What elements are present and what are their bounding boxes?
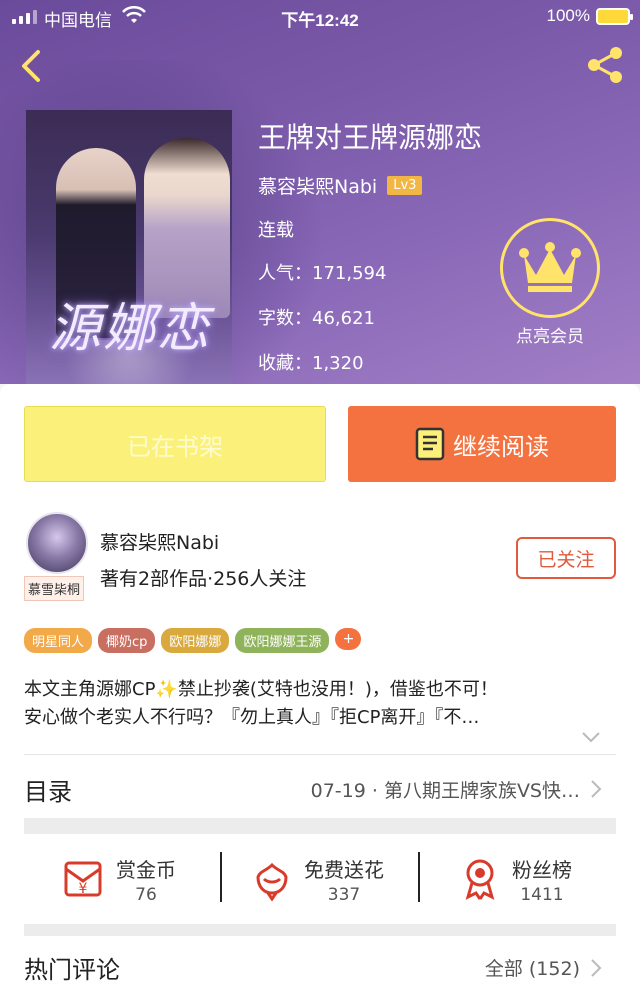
back-button[interactable]	[14, 46, 50, 86]
crown-circle	[500, 218, 600, 318]
all-comments-link[interactable]: 全部 (152)	[485, 954, 580, 981]
toc-label[interactable]: 目录	[24, 772, 72, 807]
follow-button[interactable]: 已关注	[516, 537, 616, 579]
author-name[interactable]: 慕容枈熙Nabi	[258, 172, 377, 199]
stat-value: 76	[135, 884, 157, 905]
tag-item[interactable]: 欧阳娜娜	[161, 628, 230, 653]
tag-list: 明星同人 椰奶cp 欧阳娜娜 欧阳娜娜王源 +	[24, 628, 362, 653]
stat-label: 免费送花	[304, 857, 384, 882]
expand-chevron-icon[interactable]	[580, 730, 602, 744]
vip-label: 点亮会员	[516, 327, 584, 347]
in-shelf-label: 已在书架	[127, 432, 223, 461]
tag-item[interactable]: 椰奶cp	[98, 628, 156, 653]
book-detail-card: 已在书架 继续阅读 慕雪枈桐 慕容枈熙Nabi 著有2部作品·256人关注 已关…	[0, 384, 640, 998]
stat-value: 1411	[520, 884, 564, 905]
word-count: 字数：46,621	[258, 308, 375, 329]
battery-percent: 100%	[546, 6, 590, 25]
stats-bar: ¥ 赏金币 76 免费送花 337 粉丝榜 1411	[24, 844, 616, 914]
tag-item[interactable]: 欧阳娜娜王源	[235, 628, 330, 653]
divider	[24, 754, 616, 755]
avatar	[26, 512, 88, 574]
send-flower-button[interactable]: 免费送花 337	[250, 844, 384, 914]
reward-coin-button[interactable]: ¥ 赏金币 76	[62, 844, 176, 914]
book-icon	[415, 427, 445, 461]
fan-ranking-button[interactable]: 粉丝榜 1411	[458, 844, 572, 914]
status-bar: 中国电信 下午12:42 100%	[0, 0, 640, 34]
book-status: 连载	[258, 220, 294, 241]
tag-item[interactable]: 明星同人	[24, 628, 93, 653]
section-gap	[24, 818, 616, 834]
stat-separator	[220, 852, 222, 902]
stat-separator	[418, 852, 420, 902]
book-header: 中国电信 下午12:42 100% 源娜恋 王牌对王牌源娜恋 慕容枈熙Nabi …	[0, 0, 640, 384]
chevron-right-icon[interactable]	[590, 958, 602, 978]
book-title: 王牌对王牌源娜恋	[258, 121, 483, 154]
svg-text:¥: ¥	[79, 881, 88, 897]
medal-icon	[465, 859, 495, 900]
stat-label: 赏金币	[116, 857, 176, 882]
book-intro[interactable]: 本文主角源娜CP✨禁止抄袭(艾特也没用！)，借鉴也不可！ 安心做个老实人不行吗？…	[24, 676, 618, 732]
level-badge: Lv3	[387, 176, 423, 195]
hot-comments-title: 热门评论	[24, 956, 120, 984]
section-gap	[24, 924, 616, 936]
continue-reading-label: 继续阅读	[453, 432, 549, 461]
coin-envelope-icon: ¥	[64, 861, 102, 897]
clock: 下午12:42	[281, 11, 359, 30]
book-cover[interactable]: 源娜恋	[26, 110, 232, 384]
stat-label: 粉丝榜	[512, 857, 572, 882]
intro-line-2: 安心做个老实人不行吗？『勿上真人』『拒CP离开』『不…	[24, 707, 480, 728]
flower-icon	[256, 862, 288, 901]
author-avatar[interactable]: 慕雪枈桐	[24, 512, 94, 602]
intro-line-1: 本文主角源娜CP✨禁止抄袭(艾特也没用！)，借鉴也不可！	[24, 679, 498, 700]
crown-icon	[519, 242, 581, 292]
continue-reading-button[interactable]: 继续阅读	[348, 406, 616, 482]
battery-icon	[596, 8, 633, 25]
author-profile-name[interactable]: 慕容枈熙Nabi	[100, 528, 219, 555]
share-icon[interactable]	[584, 44, 626, 86]
follow-label: 已关注	[537, 548, 595, 571]
vip-button[interactable]: 点亮会员	[500, 218, 600, 347]
favorites-count: 收藏：1,320	[258, 353, 364, 374]
author-meta: 著有2部作品·256人关注	[100, 568, 307, 590]
author-line[interactable]: 慕容枈熙Nabi Lv3	[258, 172, 423, 199]
chevron-right-icon[interactable]	[590, 779, 602, 799]
popularity-count: 人气：171,594	[258, 263, 387, 284]
cover-title: 源娜恋	[48, 299, 211, 359]
avatar-tag: 慕雪枈桐	[24, 576, 85, 601]
stat-value: 337	[327, 884, 361, 905]
latest-chapter[interactable]: 07-19 · 第八期王牌家族VS快…	[311, 776, 580, 803]
in-shelf-button[interactable]: 已在书架	[24, 406, 326, 482]
more-tags-button[interactable]: +	[335, 628, 362, 650]
